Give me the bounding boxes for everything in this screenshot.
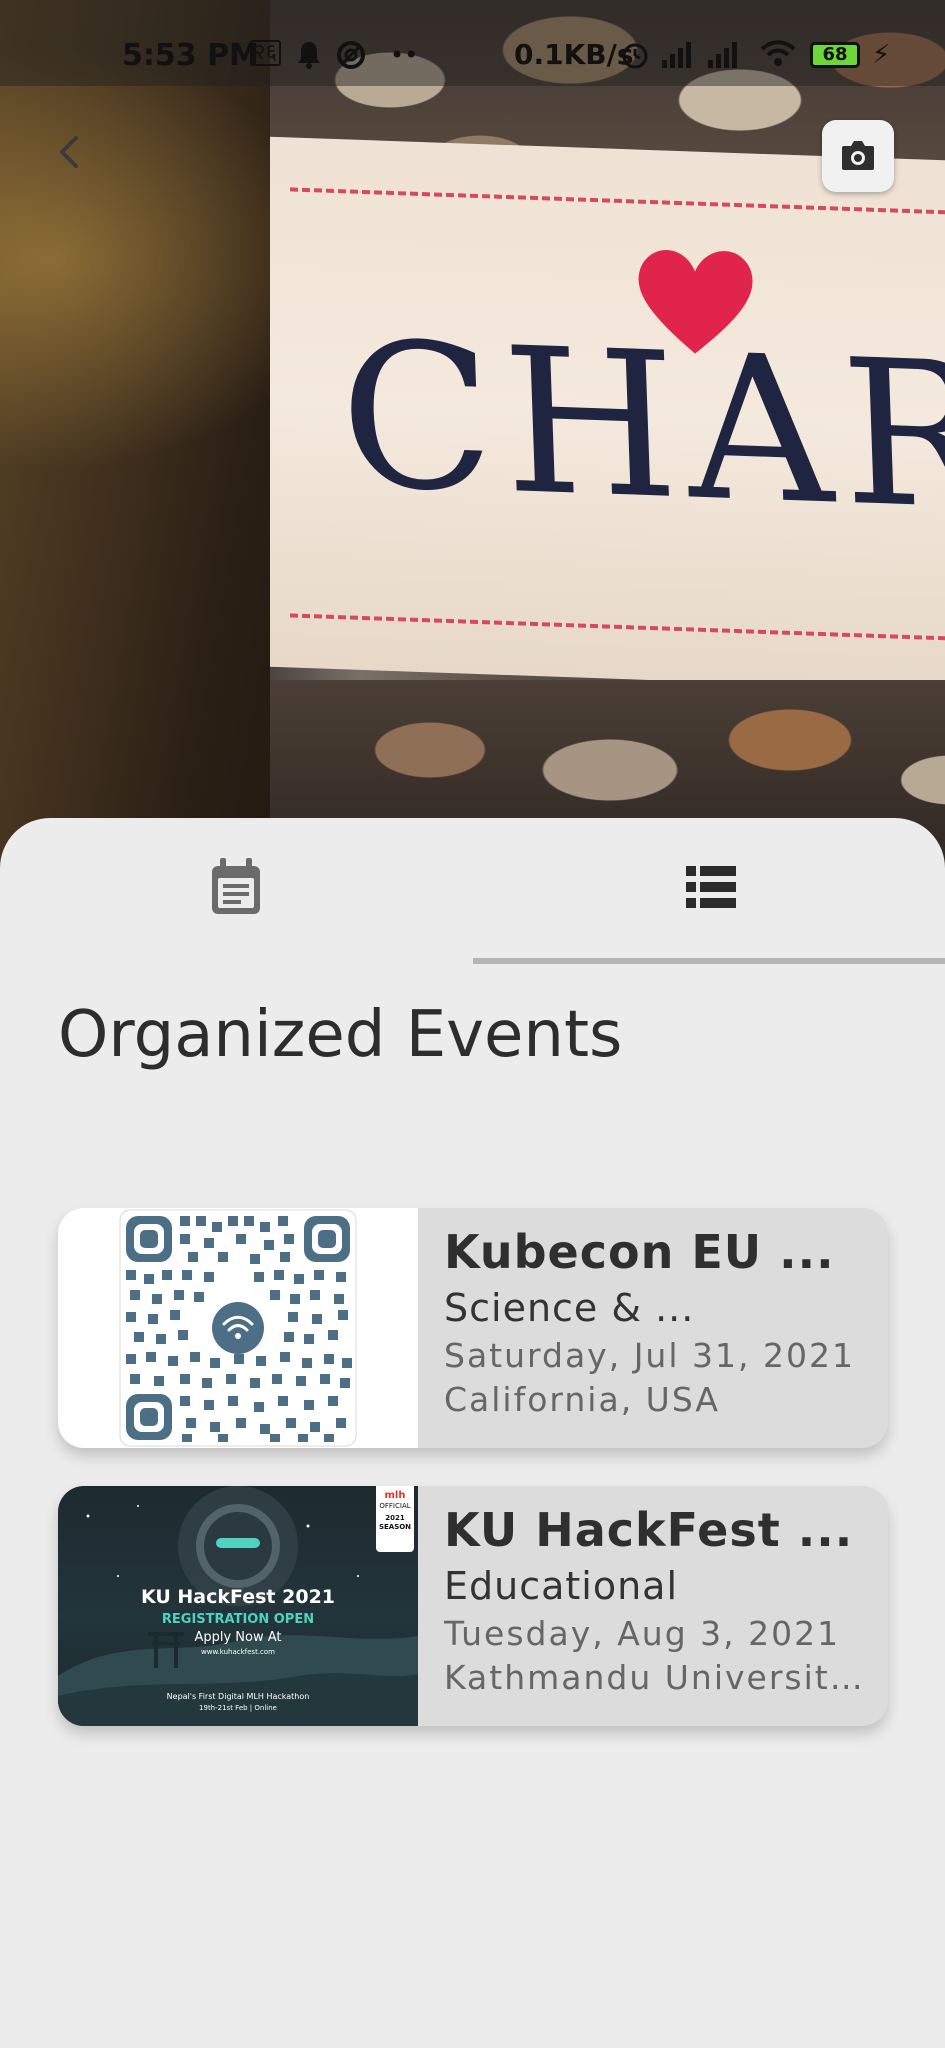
jar-label: CHARITY xyxy=(270,136,945,694)
qr-code-icon xyxy=(119,1209,357,1447)
sync-icon xyxy=(337,41,365,69)
event-thumbnail-poster: KU HackFest 2021 REGISTRATION OPEN Apply… xyxy=(58,1486,418,1726)
poster-apply: Apply Now At xyxy=(194,1630,282,1645)
poster-registration: REGISTRATION OPEN xyxy=(161,1612,315,1627)
camera-icon xyxy=(842,141,874,170)
poster-subtitle: Nepal's First Digital MLH Hackathon xyxy=(166,1692,310,1701)
event-card[interactable]: Kubecon EU ... Science & ... Saturday, J… xyxy=(58,1208,888,1448)
event-name: Kubecon EU ... xyxy=(444,1225,835,1279)
tab-indicator xyxy=(473,958,945,964)
event-date: Tuesday, Aug 3, 2021 xyxy=(444,1614,841,1653)
status-bar: 5:53 PM २६ •• 0.1KB/s 68 ⚡ xyxy=(0,0,945,86)
event-category: Science & ... xyxy=(444,1286,695,1330)
change-cover-button[interactable] xyxy=(822,120,894,192)
event-cover-image: CHARITY 5:53 PM २६ •• 0.1KB/s 68 ⚡ xyxy=(0,0,945,880)
signal-icon-1 xyxy=(662,42,691,68)
tab-list[interactable] xyxy=(473,818,945,968)
list-icon xyxy=(686,866,736,908)
mlh-official: OFFICIAL xyxy=(379,1502,411,1510)
tab-calendar[interactable] xyxy=(0,818,472,968)
label-stitch-bottom xyxy=(290,613,945,644)
event-card[interactable]: KU HackFest 2021 REGISTRATION OPEN Apply… xyxy=(58,1486,888,1726)
mlh-logo: mlh xyxy=(384,1490,406,1501)
event-thumbnail-qr xyxy=(58,1208,418,1448)
carrier-icon: २६ xyxy=(250,40,281,66)
signal-icon-2 xyxy=(708,42,737,68)
event-location: Kathmandu University... xyxy=(444,1658,866,1697)
bell-icon xyxy=(298,42,320,69)
event-location: California, USA xyxy=(444,1380,720,1419)
section-title: Organized Events xyxy=(58,998,623,1072)
calendar-icon xyxy=(212,858,260,914)
poster-title: KU HackFest 2021 xyxy=(140,1586,336,1608)
mlh-season: 2021 SEASON xyxy=(378,1514,412,1531)
mlh-badge: mlh OFFICIAL 2021 SEASON xyxy=(376,1486,414,1552)
event-date: Saturday, Jul 31, 2021 xyxy=(444,1336,855,1375)
jar-label-text: CHARITY xyxy=(336,298,945,569)
wifi-icon xyxy=(760,40,796,66)
more-notifications-icon: •• xyxy=(390,41,419,69)
event-name: KU HackFest ... xyxy=(444,1503,854,1557)
alarm-icon xyxy=(622,43,648,69)
event-info: KU HackFest ... Educational Tuesday, Aug… xyxy=(444,1500,866,1700)
charging-icon: ⚡ xyxy=(872,40,891,70)
poster-dates: 19th-21st Feb | Online xyxy=(199,1704,277,1712)
event-category: Educational xyxy=(444,1564,679,1608)
poster-url: www.kuhackfest.com xyxy=(201,1648,275,1656)
status-time: 5:53 PM xyxy=(122,38,259,73)
network-speed: 0.1KB/s xyxy=(514,38,634,71)
event-info: Kubecon EU ... Science & ... Saturday, J… xyxy=(444,1222,866,1422)
back-button[interactable] xyxy=(48,130,92,174)
content-sheet: Organized Events Kubecon EU ... Science … xyxy=(0,818,945,2048)
battery-indicator: 68 xyxy=(810,42,860,68)
